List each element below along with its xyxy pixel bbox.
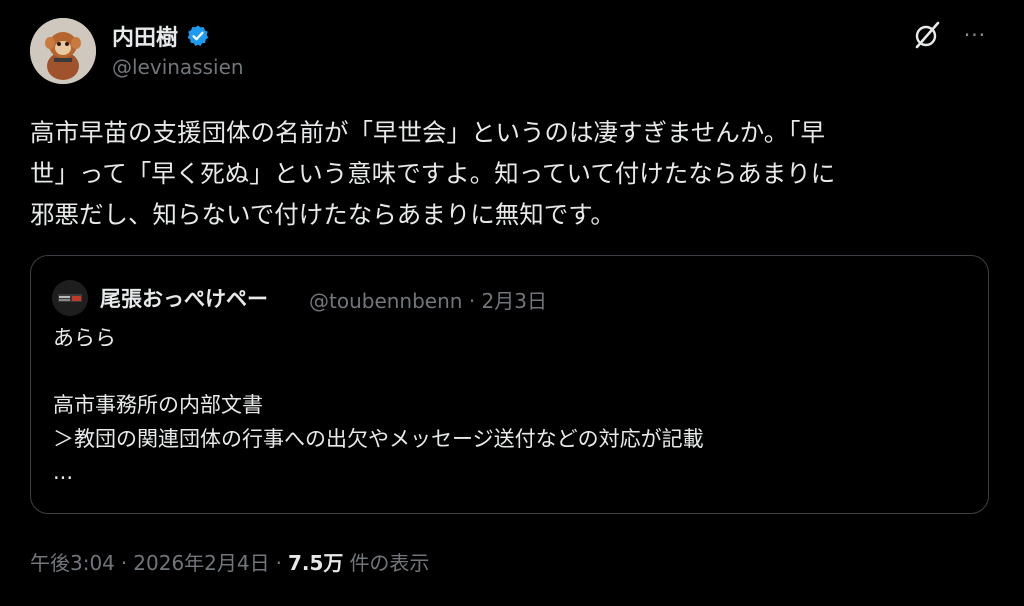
verified-badge-icon xyxy=(187,25,209,46)
tweet-footer: 午後3:04 · 2026年2月4日 · 7.5万 件の表示 xyxy=(30,547,429,576)
tweet-top-actions: ··· xyxy=(912,20,986,50)
monkey-avatar-image xyxy=(30,18,96,84)
more-options-icon[interactable]: ··· xyxy=(964,20,986,50)
author-handle[interactable]: @levinassien xyxy=(112,55,244,79)
quoted-tweet[interactable]: 尾張おっぺけペー @toubennbenn · 2月3日 あらら 高市事務所の内… xyxy=(30,255,989,514)
author-name-row: 内田樹 xyxy=(112,20,210,52)
post-time[interactable]: 午後3:04 xyxy=(30,547,115,576)
post-date[interactable]: 2026年2月4日 xyxy=(133,547,269,576)
separator-dot: · xyxy=(275,551,282,575)
views-label: 件の表示 xyxy=(349,551,430,575)
quoted-author-avatar[interactable] xyxy=(52,280,88,316)
quoted-author-name[interactable]: 尾張おっぺけペー xyxy=(100,283,268,313)
views-count[interactable]: 7.5万 xyxy=(288,547,343,576)
tweet-text: 高市早苗の支援団体の名前が「早世会」というのは凄すぎませんか。「早 世」って「早… xyxy=(30,118,836,229)
quoted-avatar-image xyxy=(52,280,88,316)
author-avatar[interactable] xyxy=(30,18,96,84)
quoted-tweet-text: あらら 高市事務所の内部文書 ＞教団の関連団体の行事への出欠やメッセージ送付など… xyxy=(53,326,704,484)
grok-icon[interactable] xyxy=(912,20,942,50)
author-display-name[interactable]: 内田樹 xyxy=(112,20,178,52)
separator-dot: · xyxy=(120,551,128,575)
quoted-author-meta: @toubennbenn · 2月3日 xyxy=(309,289,547,313)
